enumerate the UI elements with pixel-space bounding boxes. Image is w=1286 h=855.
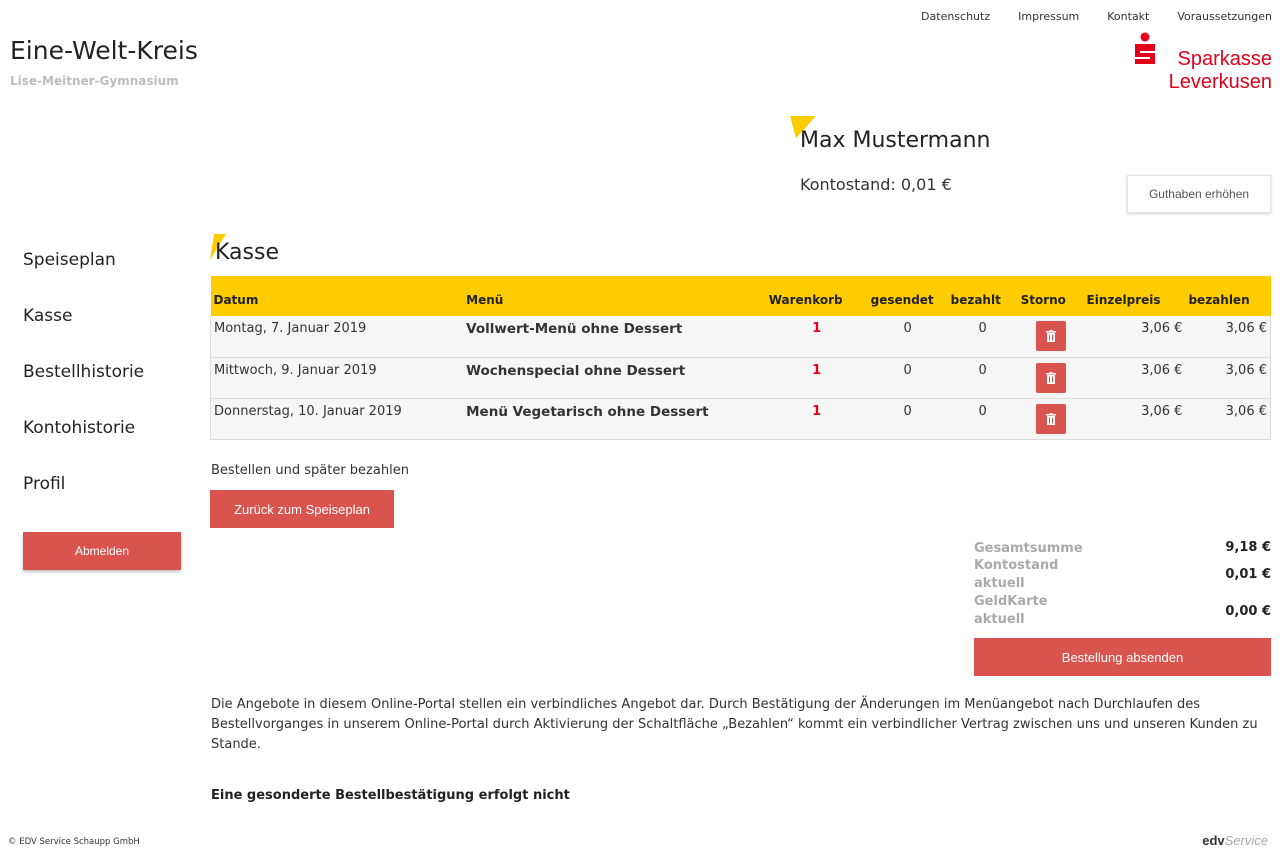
sparkasse-s-icon	[1135, 32, 1155, 64]
cell-pay: 3,06 €	[1185, 357, 1272, 399]
page-title: Kasse	[215, 240, 279, 265]
cell-sent: 0	[867, 316, 948, 358]
cell-paid: 0	[947, 316, 1018, 358]
edv-service-logo: edvService	[1202, 833, 1268, 848]
sidebar-item-profil[interactable]: Profil	[23, 472, 144, 528]
sidebar-item-bestellhistorie[interactable]: Bestellhistorie	[23, 360, 144, 416]
sidebar-item-speiseplan[interactable]: Speiseplan	[23, 248, 144, 304]
totals-panel: Gesamtsumme 9,18 € Kontostand aktuell 0,…	[974, 540, 1271, 629]
cell-date: Mittwoch, 9. Januar 2019	[210, 357, 464, 399]
logo-line-2: Leverkusen	[1168, 71, 1272, 93]
total-label: Gesamtsumme	[974, 541, 1083, 556]
delete-button[interactable]	[1035, 321, 1066, 351]
table-row: Montag, 7. Januar 2019 Vollwert-Menü ohn…	[210, 316, 1272, 358]
legal-disclaimer: Die Angebote in diesem Online-Portal ste…	[211, 697, 1258, 752]
cell-unit-price: 3,06 €	[1083, 357, 1186, 399]
nav-link-datenschutz[interactable]: Datenschutz	[921, 10, 990, 23]
geldkarte-value: 0,00 €	[1225, 604, 1271, 619]
user-name: Max Mustermann	[800, 128, 991, 153]
cell-storno	[1017, 357, 1084, 399]
cell-sent: 0	[867, 357, 948, 399]
cell-cart: 1	[765, 398, 868, 440]
top-nav: Datenschutz Impressum Kontakt Voraussetz…	[921, 10, 1272, 23]
cell-sent: 0	[867, 398, 948, 440]
table-row: Mittwoch, 9. Januar 2019 Wochenspecial o…	[210, 357, 1272, 399]
table-header-row: Datum Menü Warenkorb gesendet bezahlt St…	[210, 276, 1271, 316]
increase-credit-button[interactable]: Guthaben erhöhen	[1127, 175, 1271, 213]
submit-order-button[interactable]: Bestellung absenden	[974, 638, 1271, 676]
cell-pay: 3,06 €	[1185, 398, 1272, 440]
delete-button[interactable]	[1035, 403, 1066, 434]
cell-menu: Menü Vegetarisch ohne Dessert	[463, 398, 766, 440]
sidebar-item-kontohistorie[interactable]: Kontohistorie	[23, 416, 144, 472]
sidebar-item-kasse[interactable]: Kasse	[23, 304, 144, 360]
column-header-storno: Storno	[1017, 276, 1084, 316]
cell-menu: Wochenspecial ohne Dessert	[463, 357, 766, 399]
site-subtitle: Lise-Meitner-Gymnasium	[10, 74, 179, 88]
column-header-bezahlen: bezahlen	[1185, 276, 1271, 316]
logo-line-1: Sparkasse	[1177, 48, 1273, 70]
column-header-warenkorb: Warenkorb	[765, 276, 868, 316]
delete-button[interactable]	[1035, 362, 1066, 393]
footer-copyright: © EDV Service Schaupp GmbH	[8, 837, 140, 847]
cell-pay: 3,06 €	[1185, 316, 1272, 358]
geldkarte-label: GeldKarte aktuell	[974, 594, 1048, 627]
site-title: Eine-Welt-Kreis	[10, 36, 198, 65]
sparkasse-logo: Sparkasse Leverkusen	[1132, 30, 1272, 104]
cart-table: Datum Menü Warenkorb gesendet bezahlt St…	[210, 276, 1272, 440]
logo-service: Service	[1224, 833, 1268, 848]
cell-paid: 0	[947, 398, 1018, 440]
cell-menu: Vollwert-Menü ohne Dessert	[463, 316, 766, 358]
nav-link-impressum[interactable]: Impressum	[1018, 10, 1079, 23]
cell-unit-price: 3,06 €	[1083, 316, 1186, 358]
trash-icon	[1045, 330, 1056, 342]
nav-link-kontakt[interactable]: Kontakt	[1107, 10, 1149, 23]
cell-storno	[1017, 398, 1084, 440]
column-header-gesendet: gesendet	[867, 276, 948, 316]
column-header-bezahlt: bezahlt	[947, 276, 1018, 316]
cell-date: Montag, 7. Januar 2019	[210, 316, 464, 358]
column-header-datum: Datum	[210, 276, 464, 316]
logout-button[interactable]: Abmelden	[23, 532, 181, 570]
cell-cart: 1	[765, 316, 868, 358]
cell-paid: 0	[947, 357, 1018, 399]
account-balance: Kontostand: 0,01 €	[800, 175, 952, 194]
back-to-menu-button[interactable]: Zurück zum Speiseplan	[210, 490, 394, 528]
cell-date: Donnerstag, 10. Januar 2019	[210, 398, 464, 440]
sidebar-nav: Speiseplan Kasse Bestellhistorie Kontohi…	[23, 248, 144, 528]
order-later-text: Bestellen und später bezahlen	[211, 463, 409, 478]
logo-edv: edv	[1202, 833, 1225, 848]
trash-icon	[1045, 412, 1056, 425]
nav-link-voraussetzungen[interactable]: Voraussetzungen	[1177, 10, 1272, 23]
sparkasse-wordmark: Sparkasse Leverkusen	[1162, 48, 1272, 94]
cell-cart: 1	[765, 357, 868, 399]
column-header-einzelpreis: Einzelpreis	[1083, 276, 1186, 316]
cell-storno	[1017, 316, 1084, 358]
cell-unit-price: 3,06 €	[1083, 398, 1186, 440]
no-confirmation-note: Eine gesonderte Bestellbestätigung erfol…	[211, 788, 570, 803]
column-header-menu: Menü	[463, 276, 766, 316]
trash-icon	[1045, 371, 1056, 384]
table-row: Donnerstag, 10. Januar 2019 Menü Vegetar…	[210, 398, 1272, 440]
balance-label: Kontostand aktuell	[974, 558, 1059, 591]
total-value: 9,18 €	[1225, 540, 1271, 555]
balance-value: 0,01 €	[1225, 567, 1271, 582]
